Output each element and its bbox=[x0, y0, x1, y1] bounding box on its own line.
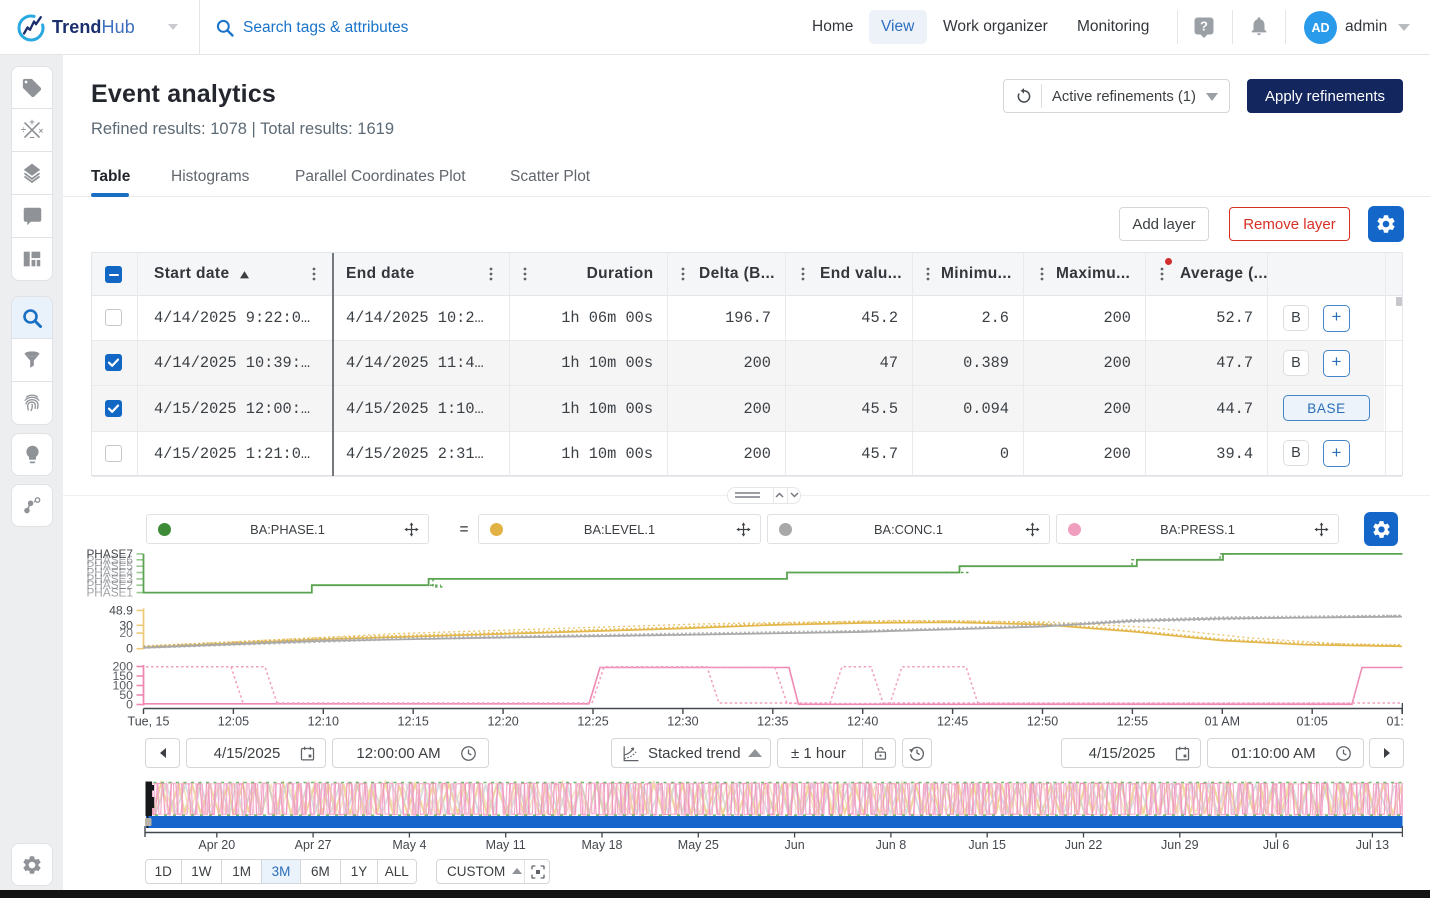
svg-text:48.9: 48.9 bbox=[109, 604, 133, 618]
svg-text:May 25: May 25 bbox=[678, 838, 719, 852]
svg-text:May 11: May 11 bbox=[486, 838, 526, 852]
svg-text:PHASE1: PHASE1 bbox=[86, 586, 133, 600]
svg-text:Jun 29: Jun 29 bbox=[1161, 838, 1199, 852]
svg-text:0: 0 bbox=[126, 698, 133, 712]
svg-text:12:05: 12:05 bbox=[218, 715, 249, 729]
svg-text:Jun 22: Jun 22 bbox=[1065, 838, 1103, 852]
svg-text:Apr 20: Apr 20 bbox=[198, 838, 235, 852]
svg-text:Jul 13: Jul 13 bbox=[1356, 838, 1389, 852]
svg-text:01 AM: 01 AM bbox=[1205, 715, 1240, 729]
svg-text:×: × bbox=[39, 127, 44, 136]
svg-text:Tue, 15: Tue, 15 bbox=[128, 715, 170, 729]
svg-text:12:45: 12:45 bbox=[937, 715, 968, 729]
svg-text:0: 0 bbox=[126, 642, 133, 656]
svg-text:?: ? bbox=[1200, 19, 1208, 34]
svg-text:12:25: 12:25 bbox=[577, 715, 608, 729]
svg-text:Jul 6: Jul 6 bbox=[1263, 838, 1289, 852]
svg-text:12:30: 12:30 bbox=[667, 715, 698, 729]
svg-text:May 18: May 18 bbox=[582, 838, 623, 852]
svg-text:Apr 27: Apr 27 bbox=[295, 838, 332, 852]
svg-text:May 4: May 4 bbox=[392, 838, 426, 852]
svg-text:Jun: Jun bbox=[785, 838, 805, 852]
svg-text:12:55: 12:55 bbox=[1117, 715, 1148, 729]
svg-text:−: − bbox=[29, 133, 34, 143]
svg-text:12:20: 12:20 bbox=[487, 715, 518, 729]
svg-text:01:05: 01:05 bbox=[1297, 715, 1328, 729]
svg-text:Jun 15: Jun 15 bbox=[968, 838, 1006, 852]
svg-text:20: 20 bbox=[119, 626, 133, 640]
svg-text:12:35: 12:35 bbox=[757, 715, 788, 729]
svg-text:12:40: 12:40 bbox=[847, 715, 878, 729]
svg-text:12:50: 12:50 bbox=[1027, 715, 1058, 729]
svg-text:+: + bbox=[29, 118, 34, 127]
svg-text:Jun 8: Jun 8 bbox=[876, 838, 907, 852]
svg-text:01:10: 01:10 bbox=[1386, 715, 1403, 729]
svg-text:÷: ÷ bbox=[21, 125, 26, 135]
svg-text:12:10: 12:10 bbox=[308, 715, 339, 729]
svg-text:12:15: 12:15 bbox=[398, 715, 429, 729]
